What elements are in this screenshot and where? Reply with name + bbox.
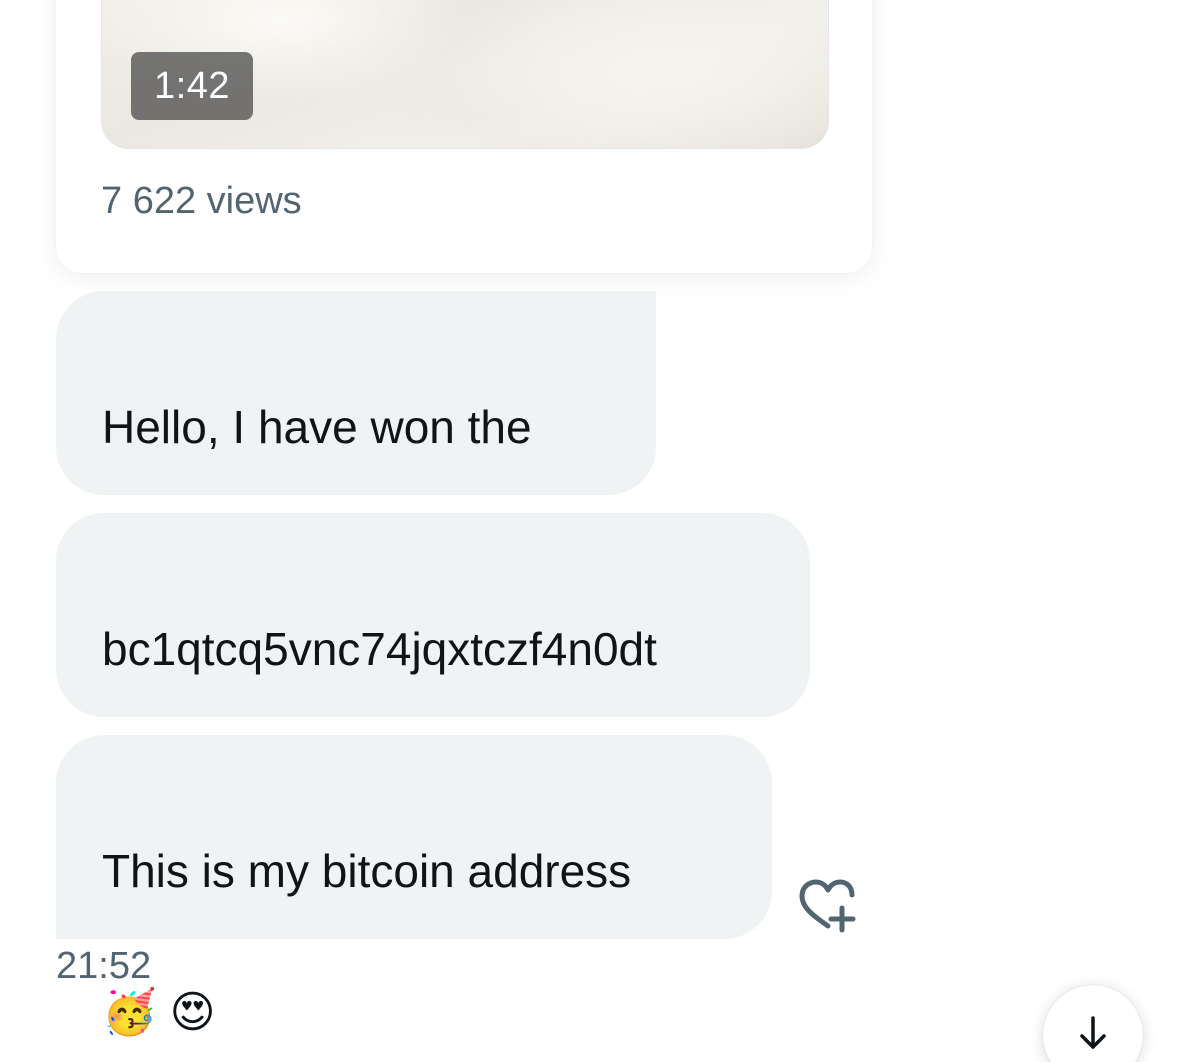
arrow-down-icon <box>1080 1016 1106 1049</box>
heart-plus-icon[interactable] <box>794 876 860 936</box>
shared-video-card[interactable]: 1:42 7 622 views <box>56 0 872 273</box>
video-view-count: 7 622 views <box>101 180 302 222</box>
message-text: Hello, I have won the <box>102 401 532 453</box>
partying-face-emoji: 🥳 <box>102 988 157 1037</box>
dm-conversation: 1:42 7 622 views Hello, I have won the g… <box>0 0 1200 1062</box>
video-thumbnail[interactable]: 1:42 <box>101 0 829 149</box>
message-bubble[interactable]: Hello, I have won the giveaway 🥳😍 😍 <box>56 291 656 591</box>
message-timestamp: 21:52 <box>56 945 152 987</box>
scroll-to-bottom-button[interactable] <box>1043 985 1143 1062</box>
video-duration-badge: 1:42 <box>131 52 253 120</box>
message-text: bc1qtcq5vnc74jqxtczf4n0dt <box>102 623 657 675</box>
heart-eyes-emoji: 😍 <box>169 988 216 1037</box>
message-bubble[interactable]: This is my bitcoin address 🥳 😍 <box>56 735 772 1035</box>
message-text: This is my bitcoin address <box>102 845 632 897</box>
message-emoji-line: 🥳 😍 <box>102 973 726 1041</box>
message-bubble[interactable]: bc1qtcq5vnc74jqxtczf4n0dt 94383u7qjac3x2… <box>56 513 810 811</box>
